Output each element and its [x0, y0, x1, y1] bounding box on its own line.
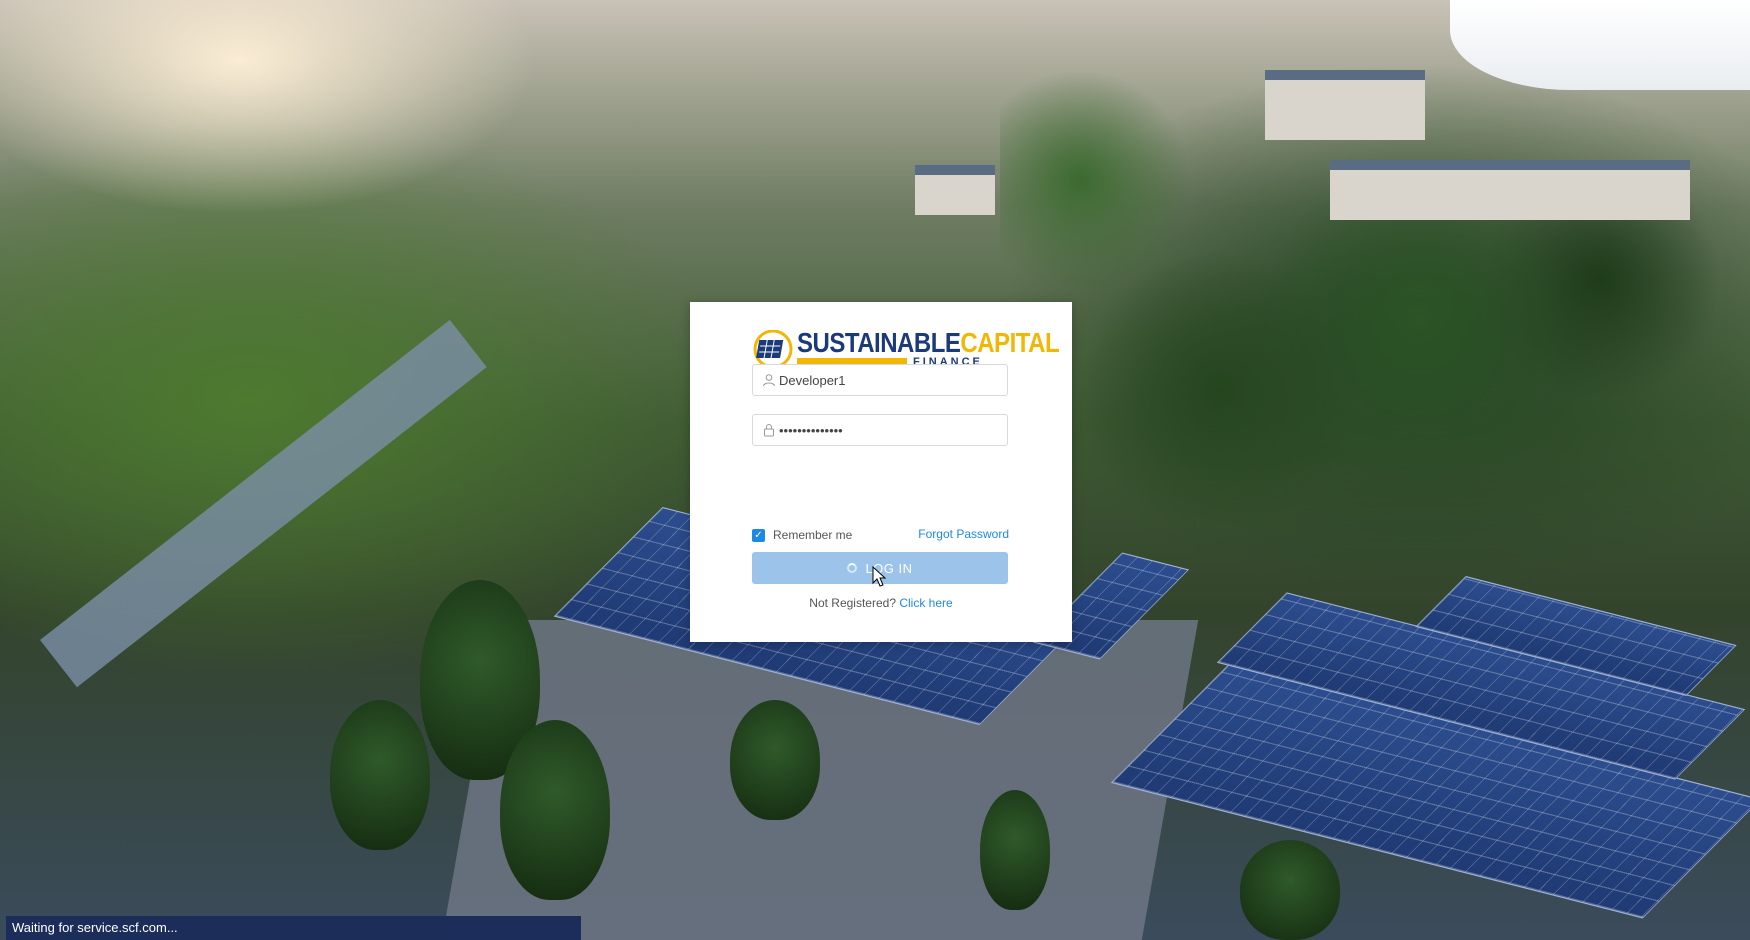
login-card: SUSTAINABLECAPITAL FINANCE ✓ Remember me…	[690, 302, 1072, 642]
user-icon	[763, 374, 775, 387]
tree	[1240, 840, 1340, 940]
road	[40, 319, 487, 688]
register-link[interactable]: Click here	[899, 596, 952, 610]
loading-spinner-icon	[847, 563, 858, 573]
password-field[interactable]	[752, 414, 1008, 446]
pine-tree	[500, 720, 610, 900]
logo-word-sustainable: SUSTAINABLE	[797, 327, 961, 359]
tree-cluster	[1000, 60, 1750, 620]
hillside-house	[915, 165, 995, 215]
tree	[980, 790, 1050, 910]
remember-me-label: Remember me	[773, 528, 853, 542]
hillside-house	[1265, 70, 1425, 140]
pine-tree	[330, 700, 430, 850]
register-text: Not Registered?	[809, 596, 896, 610]
forgot-password-link[interactable]: Forgot Password	[918, 527, 1009, 541]
remember-me[interactable]: ✓ Remember me	[752, 527, 852, 543]
browser-status-bar: Waiting for service.scf.com...	[6, 916, 581, 940]
lock-icon	[764, 424, 774, 437]
register-prompt: Not Registered? Click here	[690, 596, 1072, 610]
logo-title: SUSTAINABLECAPITAL	[797, 327, 1060, 359]
mouse-cursor-icon	[872, 566, 887, 587]
logo-word-capital: CAPITAL	[960, 327, 1060, 359]
remember-me-checkbox[interactable]: ✓	[752, 528, 765, 542]
username-input[interactable]	[779, 365, 999, 395]
hillside-house	[1330, 160, 1690, 220]
tree	[730, 700, 820, 820]
username-field[interactable]	[752, 364, 1008, 396]
solar-panel-icon	[753, 330, 793, 368]
password-input[interactable]	[779, 415, 999, 445]
